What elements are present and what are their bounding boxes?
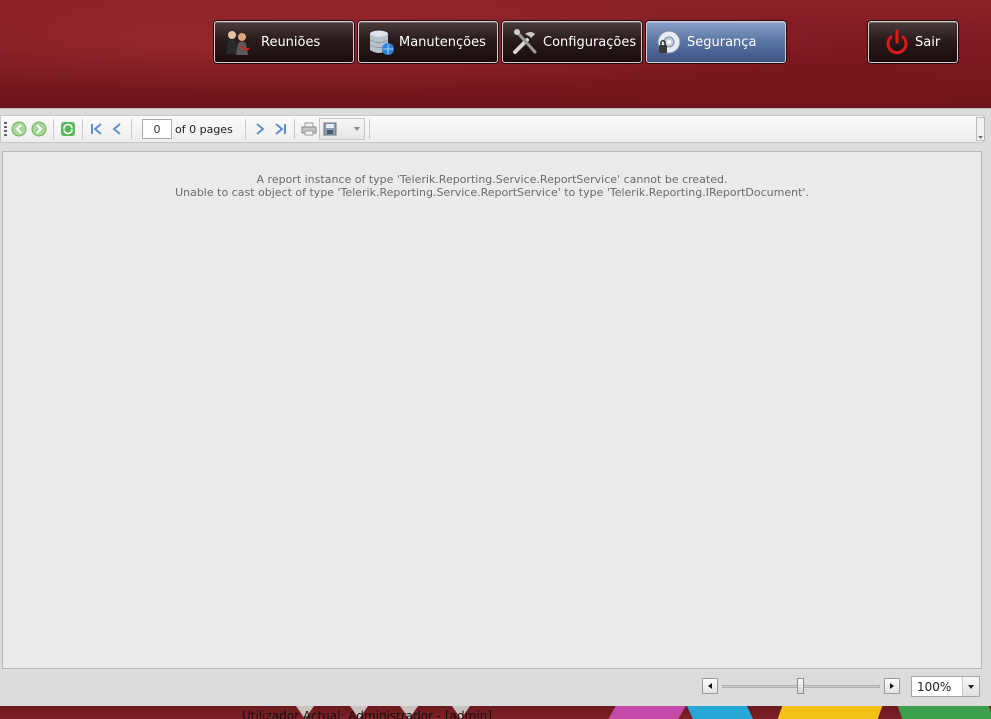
- print-icon: [301, 122, 317, 136]
- nav-button-configuracoes[interactable]: Configurações: [502, 21, 642, 63]
- chevron-down-icon: [353, 127, 360, 131]
- current-user-label: Utilizador Actual: Administrador - [admi…: [242, 709, 492, 719]
- nav-button-reunioes[interactable]: Reuniões: [214, 21, 354, 63]
- report-content-area: A report instance of type 'Telerik.Repor…: [2, 151, 982, 669]
- nav-button-manutencoes[interactable]: Manutenções: [358, 21, 498, 63]
- nav-button-seguranca[interactable]: Segurança: [646, 21, 786, 63]
- footer-decoration: [608, 706, 686, 719]
- page-count-label: of 0 pages: [175, 122, 233, 136]
- caret-left-icon: [708, 683, 712, 689]
- next-page-icon: [256, 123, 265, 135]
- page-number-input[interactable]: [142, 119, 172, 139]
- toolbar-separator: [244, 119, 246, 139]
- zoom-out-button[interactable]: [702, 678, 718, 694]
- zoom-dropdown-arrow[interactable]: [962, 677, 979, 696]
- nav-label-reunioes: Reuniões: [261, 34, 321, 50]
- tools-icon: [513, 29, 537, 54]
- zoom-slider-thumb[interactable]: [797, 678, 804, 694]
- toolbar-separator: [53, 119, 54, 139]
- app-footer: Utilizador Actual: Administrador - [admi…: [0, 706, 991, 719]
- back-icon: [11, 121, 27, 137]
- meeting-people-icon: [226, 31, 250, 55]
- caret-right-icon: [890, 683, 894, 689]
- last-page-button[interactable]: [270, 119, 290, 139]
- print-button[interactable]: [299, 119, 319, 139]
- refresh-icon: [61, 122, 75, 136]
- power-icon: [886, 29, 908, 55]
- next-page-button[interactable]: [250, 119, 270, 139]
- zoom-level-value: 100%: [917, 679, 952, 694]
- zoom-level-select[interactable]: 100%: [911, 676, 980, 697]
- footer-decoration: [897, 706, 991, 719]
- toolbar-separator: [131, 119, 132, 139]
- report-toolbar: of 0 pages: [0, 115, 985, 143]
- previous-page-button[interactable]: [107, 119, 127, 139]
- zoom-in-button[interactable]: [884, 678, 900, 694]
- database-icon: [369, 30, 394, 55]
- footer-decoration: [686, 706, 754, 719]
- viewer-status-bar: [0, 671, 991, 707]
- export-dropdown[interactable]: [318, 118, 365, 140]
- app-header: Reuniões Manutenções Configurações Segur…: [0, 0, 991, 108]
- export-icon: [323, 122, 337, 136]
- toolbar-separator: [293, 119, 295, 139]
- error-message-line-1: A report instance of type 'Telerik.Repor…: [256, 173, 728, 186]
- first-page-icon: [91, 123, 102, 135]
- toolbar-overflow-handle[interactable]: [976, 117, 985, 141]
- toolbar-separator: [82, 119, 83, 139]
- refresh-button[interactable]: [58, 119, 78, 139]
- first-page-button[interactable]: [87, 119, 107, 139]
- previous-page-icon: [112, 123, 121, 135]
- report-viewer: of 0 pages: [0, 108, 991, 707]
- back-button[interactable]: [9, 119, 29, 139]
- toolbar-grip[interactable]: [4, 122, 7, 136]
- nav-label-manutencoes: Manutenções: [399, 34, 486, 50]
- nav-label-seguranca: Segurança: [687, 34, 757, 50]
- last-page-icon: [275, 123, 286, 135]
- security-disc-icon: [657, 30, 681, 54]
- chevron-down-icon: [968, 684, 974, 689]
- forward-icon: [31, 121, 47, 137]
- toolbar-separator: [368, 119, 370, 139]
- nav-label-configuracoes: Configurações: [543, 34, 637, 50]
- logout-button[interactable]: Sair: [868, 21, 958, 63]
- logout-label: Sair: [915, 34, 941, 50]
- error-message-line-2: Unable to cast object of type 'Telerik.R…: [175, 186, 809, 199]
- footer-decoration: [777, 706, 883, 719]
- forward-button[interactable]: [29, 119, 49, 139]
- chevron-down-icon: [978, 136, 983, 139]
